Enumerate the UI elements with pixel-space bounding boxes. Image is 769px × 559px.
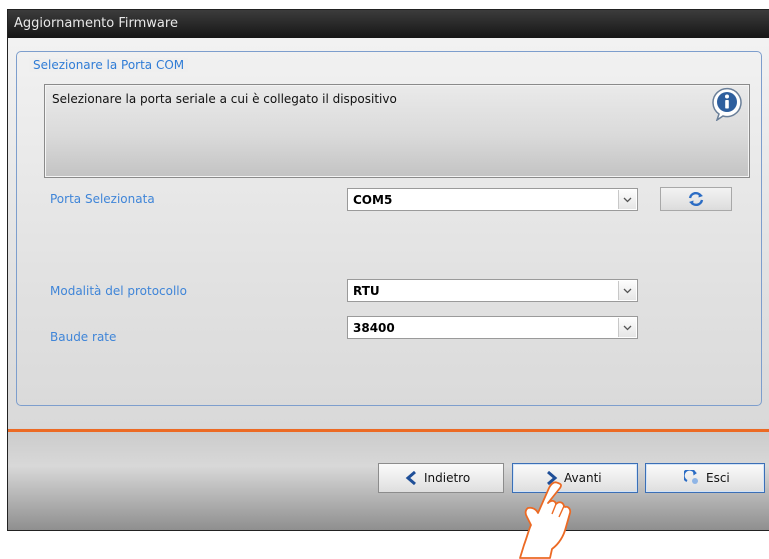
port-select[interactable]: COM5 bbox=[347, 188, 638, 211]
chevron-down-icon[interactable] bbox=[618, 190, 636, 209]
window-title: Aggiornamento Firmware bbox=[14, 16, 178, 31]
baud-select[interactable]: 38400 bbox=[347, 316, 638, 339]
port-select-value: COM5 bbox=[353, 193, 393, 207]
refresh-ports-button[interactable] bbox=[660, 187, 732, 211]
port-label: Porta Selezionata bbox=[50, 192, 155, 206]
exit-button[interactable]: Esci bbox=[645, 463, 765, 493]
exit-button-label: Esci bbox=[706, 471, 730, 485]
group-title: Selezionare la Porta COM bbox=[29, 58, 189, 72]
back-button-label: Indietro bbox=[424, 471, 471, 485]
exit-icon bbox=[684, 470, 698, 484]
hand-pointer-icon bbox=[519, 481, 572, 559]
chevron-down-icon[interactable] bbox=[618, 318, 636, 337]
protocol-select-value: RTU bbox=[353, 284, 380, 298]
baud-select-value: 38400 bbox=[353, 321, 395, 335]
protocol-label: Modalità del protocollo bbox=[50, 284, 187, 298]
baud-label: Baude rate bbox=[50, 330, 117, 344]
title-bar: Aggiornamento Firmware bbox=[8, 10, 769, 38]
arrow-left-icon bbox=[405, 471, 416, 485]
back-button[interactable]: Indietro bbox=[378, 463, 504, 493]
info-text: Selezionare la porta seriale a cui è col… bbox=[52, 92, 397, 106]
protocol-select[interactable]: RTU bbox=[347, 279, 638, 302]
chevron-down-icon[interactable] bbox=[618, 281, 636, 300]
info-icon bbox=[712, 87, 742, 121]
refresh-icon bbox=[688, 191, 704, 207]
